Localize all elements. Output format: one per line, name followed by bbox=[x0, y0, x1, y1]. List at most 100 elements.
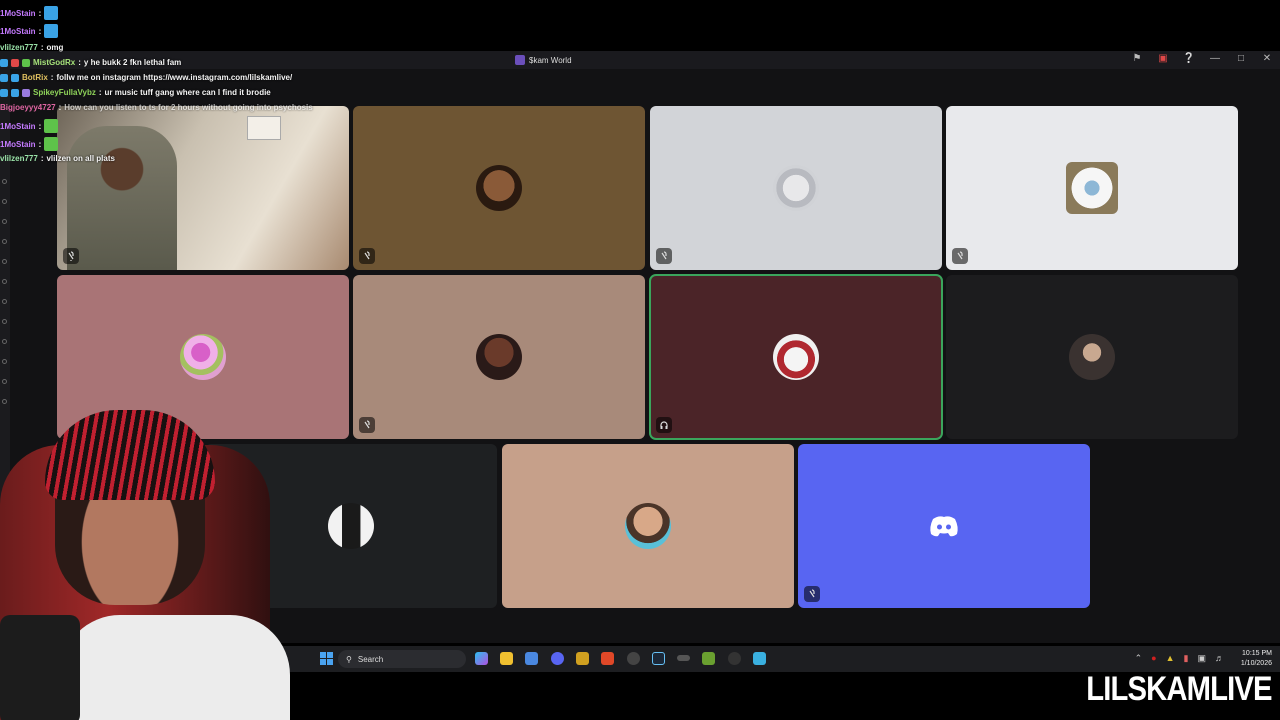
streamer-webcam bbox=[0, 405, 305, 720]
muted-mic-icon bbox=[804, 586, 820, 602]
window-titlebar: $kam World ⚑ ▣ ❔ — □ ✕ bbox=[0, 51, 1280, 69]
chat-username: vlilzen777 bbox=[0, 154, 38, 163]
file-explorer-icon[interactable] bbox=[500, 652, 513, 665]
video-tile-discord-default[interactable] bbox=[798, 444, 1090, 608]
chat-username: 1MoStain bbox=[0, 121, 36, 131]
app-icon[interactable] bbox=[702, 652, 715, 665]
search-icon: ⚲ bbox=[346, 654, 352, 664]
avatar bbox=[625, 503, 671, 549]
system-tray: ⌃ ● ▲ ▮ ▣ ♬ bbox=[1135, 653, 1224, 664]
chat-line: MistGodRx : y he bukk 2 fkn lethal fam bbox=[0, 58, 181, 67]
chat-separator: : bbox=[50, 73, 54, 82]
rail-icon[interactable] bbox=[2, 339, 7, 344]
rail-icon[interactable] bbox=[2, 279, 7, 284]
rail-icon[interactable] bbox=[2, 239, 7, 244]
store-icon[interactable] bbox=[525, 652, 538, 665]
app-icon[interactable] bbox=[576, 652, 589, 665]
discord-app-icon bbox=[515, 55, 525, 65]
avatar bbox=[773, 334, 819, 380]
discord-taskbar-icon[interactable] bbox=[551, 652, 564, 665]
minimize-button[interactable]: — bbox=[1208, 53, 1222, 64]
chat-emote-icon bbox=[44, 119, 59, 133]
chat-message: ur music tuff gang where can I find it b… bbox=[104, 88, 271, 97]
help-icon[interactable]: ❔ bbox=[1182, 53, 1196, 64]
chat-separator: : bbox=[78, 58, 81, 67]
rail-icon[interactable] bbox=[2, 259, 7, 264]
badge-icon bbox=[11, 88, 19, 97]
speaker-icon[interactable]: ♬ bbox=[1215, 653, 1224, 664]
chat-separator: : bbox=[38, 121, 42, 131]
screen-share-icon[interactable]: ▣ bbox=[1156, 53, 1170, 64]
video-tile[interactable] bbox=[946, 106, 1238, 270]
participant-video bbox=[67, 126, 177, 270]
chat-line: vlilzen777 : omg bbox=[0, 43, 63, 52]
app-tray-icon[interactable]: ▲ bbox=[1166, 653, 1175, 664]
avatar bbox=[773, 165, 819, 211]
app-icon[interactable] bbox=[627, 652, 640, 665]
badge-icon bbox=[11, 58, 19, 67]
chat-emote-icon bbox=[44, 24, 59, 38]
chat-separator: : bbox=[38, 8, 42, 18]
chevron-up-icon[interactable]: ⌃ bbox=[1135, 653, 1143, 664]
chat-line: vlilzen777 : vlilzen on all plats bbox=[0, 154, 115, 163]
muted-mic-icon bbox=[952, 248, 968, 264]
video-tile[interactable] bbox=[353, 275, 645, 439]
chat-emote-icon bbox=[44, 6, 59, 20]
flag-icon[interactable]: ⚑ bbox=[1130, 53, 1144, 64]
video-tile-camera[interactable] bbox=[57, 106, 349, 270]
maximize-button[interactable]: □ bbox=[1234, 53, 1248, 64]
badge-icon bbox=[0, 58, 8, 67]
muted-mic-icon bbox=[359, 417, 375, 433]
channel-brand: LILSKAMLIVE bbox=[1086, 670, 1273, 708]
chat-message: y he bukk 2 fkn lethal fam bbox=[83, 58, 182, 67]
rail-icon[interactable] bbox=[2, 359, 7, 364]
video-tile[interactable] bbox=[353, 106, 645, 270]
record-icon[interactable]: ● bbox=[1151, 653, 1156, 664]
chat-username: 1MoStain bbox=[0, 8, 36, 18]
rail-icon[interactable] bbox=[2, 199, 7, 204]
chat-message: omg bbox=[46, 43, 64, 52]
rail-icon[interactable] bbox=[2, 219, 7, 224]
notepad-icon[interactable] bbox=[753, 652, 766, 665]
app-icon[interactable] bbox=[677, 655, 690, 661]
monitor-icon[interactable]: ▣ bbox=[1197, 653, 1206, 664]
rail-icon[interactable] bbox=[2, 399, 7, 404]
close-button[interactable]: ✕ bbox=[1260, 53, 1274, 64]
taskbar-search[interactable]: ⚲ Search bbox=[338, 650, 466, 668]
video-tile[interactable] bbox=[946, 275, 1238, 439]
streamer-hair bbox=[45, 410, 215, 500]
steam-icon[interactable] bbox=[652, 652, 665, 665]
microphone-icon[interactable]: ▮ bbox=[1184, 653, 1189, 664]
muted-mic-icon bbox=[359, 248, 375, 264]
avatar bbox=[328, 503, 374, 549]
brave-browser-icon[interactable] bbox=[601, 652, 614, 665]
chat-message: How can you listen to ts for 2 hours wit… bbox=[64, 103, 313, 112]
video-tile-speaking[interactable] bbox=[649, 274, 943, 440]
video-tile[interactable] bbox=[502, 444, 794, 608]
chat-separator: : bbox=[38, 26, 42, 36]
microphone bbox=[0, 615, 80, 720]
rail-icon[interactable] bbox=[2, 179, 7, 184]
video-tile[interactable] bbox=[650, 106, 942, 270]
avatar bbox=[476, 334, 522, 380]
chat-username: Bigjoeyyy4727 bbox=[0, 103, 56, 112]
chat-separator: : bbox=[40, 154, 44, 163]
clock[interactable]: 10:15 PM 1/10/2026 bbox=[1241, 649, 1272, 669]
chat-line: 1MoStain : bbox=[0, 137, 59, 151]
window-controls: ⚑ ▣ ❔ — □ ✕ bbox=[1130, 53, 1274, 64]
chat-username: vlilzen777 bbox=[0, 43, 38, 52]
discord-logo-icon bbox=[929, 515, 959, 537]
avatar bbox=[1066, 162, 1118, 214]
copilot-icon[interactable] bbox=[475, 652, 488, 665]
avatar bbox=[1069, 334, 1115, 380]
rail-icon[interactable] bbox=[2, 299, 7, 304]
start-button[interactable] bbox=[320, 652, 333, 665]
4k-video-downloader-icon[interactable] bbox=[728, 652, 741, 665]
chat-line: 1MoStain : bbox=[0, 6, 59, 20]
chat-line: SpikeyFullaVybz : ur music tuff gang whe… bbox=[0, 88, 271, 97]
rail-icon[interactable] bbox=[2, 319, 7, 324]
window-title-group: $kam World bbox=[515, 55, 572, 65]
clock-date: 1/10/2026 bbox=[1240, 660, 1272, 667]
chat-username: SpikeyFullaVybz bbox=[33, 88, 96, 97]
rail-icon[interactable] bbox=[2, 379, 7, 384]
